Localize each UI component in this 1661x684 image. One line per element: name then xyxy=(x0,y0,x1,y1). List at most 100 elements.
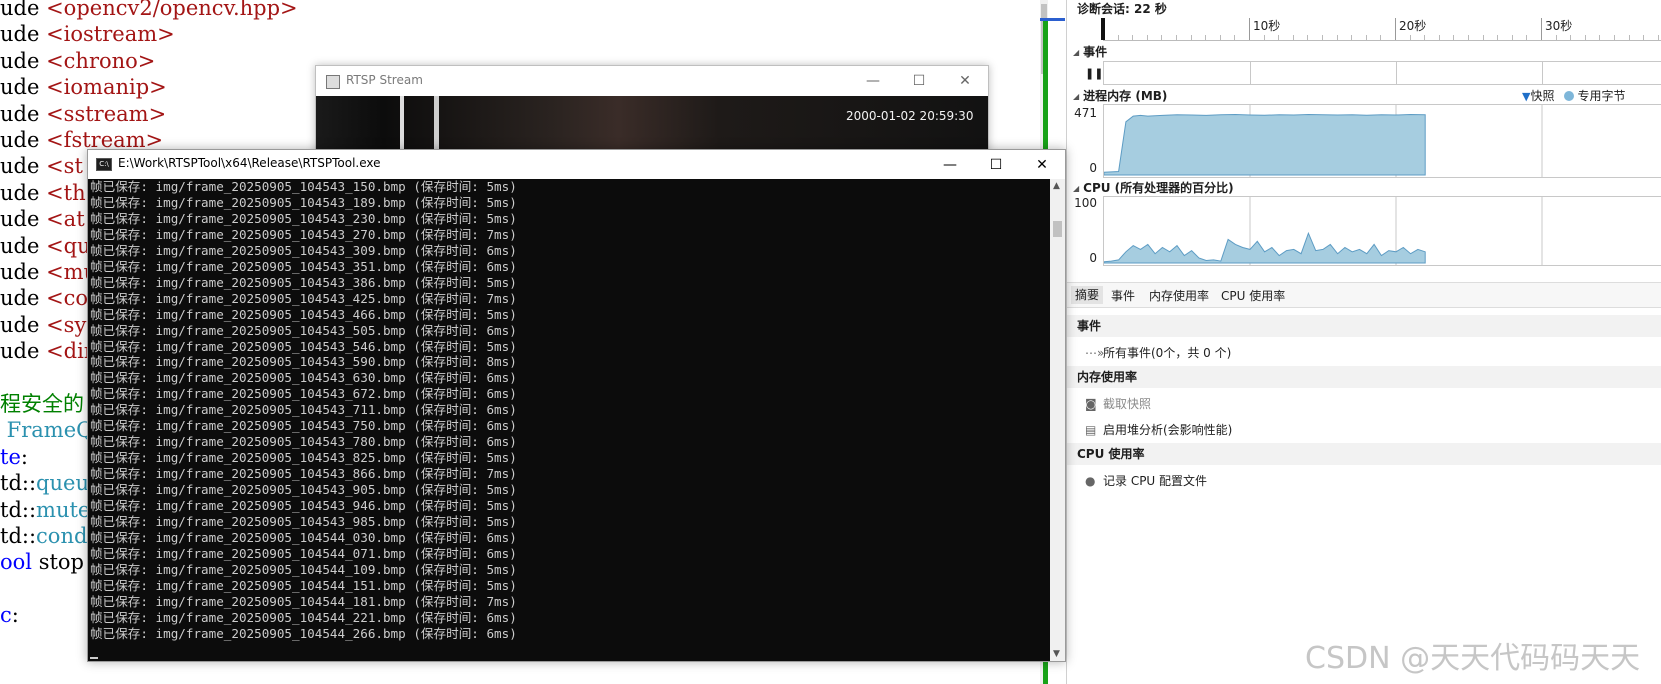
code-line: ude <th xyxy=(0,179,86,207)
ruler-minor-tick xyxy=(1278,35,1280,40)
memory-legend: ▼快照 专用字节 xyxy=(1522,87,1626,104)
console-line: 帧已保存: img/frame_20250905_104543_546.bmp … xyxy=(90,338,517,354)
code-token: mute xyxy=(36,497,91,522)
console-cursor xyxy=(90,657,98,659)
console-line: 帧已保存: img/frame_20250905_104544_181.bmp … xyxy=(90,593,517,609)
ruler-minor-tick xyxy=(1380,35,1382,40)
console-line: 帧已保存: img/frame_20250905_104543_866.bmp … xyxy=(90,466,517,482)
console-titlebar[interactable]: C:\ E:\Work\RTSPTool\x64\Release\RTSPToo… xyxy=(88,150,1065,179)
ruler-tick-30s: 30秒 xyxy=(1545,19,1573,33)
console-line: 帧已保存: img/frame_20250905_104543_672.bmp … xyxy=(90,386,517,402)
scroll-up-icon[interactable]: ▲ xyxy=(1053,181,1060,191)
tab-summary[interactable]: 摘要 xyxy=(1071,286,1104,304)
ruler-minor-tick xyxy=(1570,35,1572,40)
cpu-axis-min: 0 xyxy=(1089,251,1097,265)
close-button[interactable]: ✕ xyxy=(1019,150,1065,180)
ruler-minor-tick xyxy=(1409,35,1411,40)
console-line: 帧已保存: img/frame_20250905_104544_109.bmp … xyxy=(90,561,517,577)
ruler-tick-10s: 10秒 xyxy=(1253,19,1281,33)
ruler-minor-tick xyxy=(1205,35,1207,40)
rtsp-stream-window[interactable]: RTSP Stream — ☐ ✕ 2000-01-02 20:59:30 xyxy=(315,65,989,157)
ruler-minor-tick xyxy=(1526,35,1528,40)
diagnostic-tools-panel: 诊断会话: 22 秒 10秒 20秒 30秒 事件 ❚❚ 进程内存 (MB) ▼… xyxy=(1066,0,1661,684)
console-line: 帧已保存: img/frame_20250905_104543_630.bmp … xyxy=(90,370,517,386)
console-output[interactable]: 帧已保存: img/frame_20250905_104543_150.bmp … xyxy=(88,179,1050,661)
take-snapshot-button[interactable]: ◙ 截取快照 xyxy=(1085,395,1151,412)
cpu-chart-svg xyxy=(1103,197,1543,265)
scroll-down-icon[interactable]: ▼ xyxy=(1053,649,1060,659)
rtsp-window-title: RTSP Stream xyxy=(346,73,423,87)
console-line: 帧已保存: img/frame_20250905_104543_825.bmp … xyxy=(90,450,517,466)
maximize-button[interactable]: ☐ xyxy=(896,66,942,96)
console-line: 帧已保存: img/frame_20250905_104543_985.bmp … xyxy=(90,513,517,529)
code-token: td:: xyxy=(0,497,37,522)
code-line: ude <opencv2/opencv.hpp> xyxy=(0,0,298,22)
code-token: ool xyxy=(0,550,33,575)
tab-events[interactable]: 事件 xyxy=(1111,287,1135,304)
close-button[interactable]: ✕ xyxy=(942,66,988,96)
grid-line xyxy=(1396,62,1397,84)
console-window-title: E:\Work\RTSPTool\x64\Release\RTSPTool.ex… xyxy=(118,156,381,170)
grid-line xyxy=(1542,62,1543,84)
memory-chart-svg xyxy=(1103,105,1543,177)
console-line: 帧已保存: img/frame_20250905_104543_309.bmp … xyxy=(90,242,517,258)
code-line: ool stop xyxy=(0,548,84,576)
ruler-minor-tick xyxy=(1555,35,1557,40)
ruler-minor-tick xyxy=(1176,35,1177,40)
code-token: <sstream> xyxy=(46,101,167,126)
code-line: ude <st xyxy=(0,152,83,180)
code-line: td::queu xyxy=(0,469,89,497)
cpu-group-header: CPU 使用率 xyxy=(1067,443,1661,465)
console-line: 帧已保存: img/frame_20250905_104544_221.bmp … xyxy=(90,609,517,625)
console-line: 帧已保存: img/frame_20250905_104543_230.bmp … xyxy=(90,210,517,226)
minimize-button[interactable]: — xyxy=(927,150,973,180)
ruler-minor-tick xyxy=(1497,35,1499,40)
code-token: <opencv2/opencv.hpp> xyxy=(46,0,298,20)
tab-memory-usage[interactable]: 内存使用率 xyxy=(1149,287,1209,304)
grid-line xyxy=(1250,62,1251,84)
ruler-minor-tick xyxy=(1117,35,1119,40)
code-token: ude xyxy=(0,180,47,205)
legend-snapshot: 快照 xyxy=(1530,89,1555,103)
code-token: ude xyxy=(0,339,47,364)
all-events-link[interactable]: ⋯»所有事件(0个，共 0 个) xyxy=(1085,344,1231,361)
code-token: stop xyxy=(32,550,84,575)
pause-icon[interactable]: ❚❚ xyxy=(1085,67,1103,80)
record-cpu-profile-button[interactable]: ● 记录 CPU 配置文件 xyxy=(1085,472,1207,489)
video-frame: 2000-01-02 20:59:30 xyxy=(316,96,988,156)
memory-group-header: 内存使用率 xyxy=(1067,366,1661,388)
cpu-section-title[interactable]: CPU (所有处理器的百分比) xyxy=(1073,179,1234,196)
memory-chart[interactable] xyxy=(1103,104,1661,178)
console-scroll-thumb[interactable] xyxy=(1053,221,1062,237)
memory-axis-min: 0 xyxy=(1089,161,1097,175)
minimize-button[interactable]: — xyxy=(850,66,896,96)
ruler-minor-tick xyxy=(1336,35,1338,40)
ruler-minor-tick xyxy=(1132,35,1134,40)
rtsp-titlebar[interactable]: RTSP Stream — ☐ ✕ xyxy=(316,66,988,96)
tab-cpu-usage[interactable]: CPU 使用率 xyxy=(1221,287,1285,304)
code-token: ude xyxy=(0,207,47,232)
private-bytes-legend-icon xyxy=(1564,91,1575,101)
ruler-major-tick xyxy=(1249,18,1250,40)
code-line: td::mute xyxy=(0,496,90,524)
ruler-minor-tick xyxy=(1146,35,1148,40)
console-scrollbar[interactable]: ▲ ▼ xyxy=(1050,179,1065,661)
cpu-chart[interactable] xyxy=(1103,196,1661,266)
console-line: 帧已保存: img/frame_20250905_104543_946.bmp … xyxy=(90,498,517,513)
timeline-cursor[interactable] xyxy=(1101,18,1105,40)
code-token: ude xyxy=(0,260,47,284)
code-line: ude <iostream> xyxy=(0,20,175,48)
console-window[interactable]: C:\ E:\Work\RTSPTool\x64\Release\RTSPToo… xyxy=(87,149,1066,662)
code-token: <st xyxy=(46,154,83,179)
code-token: td:: xyxy=(0,471,37,496)
code-line: te: xyxy=(0,443,28,471)
code-line: td::cond xyxy=(0,522,87,550)
timeline-ruler[interactable]: 10秒 20秒 30秒 xyxy=(1101,18,1661,41)
memory-section-title[interactable]: 进程内存 (MB) xyxy=(1073,87,1167,104)
heap-analysis-toggle[interactable]: ▤ 启用堆分析(会影响性能) xyxy=(1085,421,1232,438)
window-app-icon xyxy=(326,75,340,89)
ruler-major-tick xyxy=(1541,18,1542,40)
events-section-title[interactable]: 事件 xyxy=(1073,43,1107,60)
memory-axis-max: 471 xyxy=(1074,106,1097,120)
maximize-button[interactable]: ☐ xyxy=(973,150,1019,180)
